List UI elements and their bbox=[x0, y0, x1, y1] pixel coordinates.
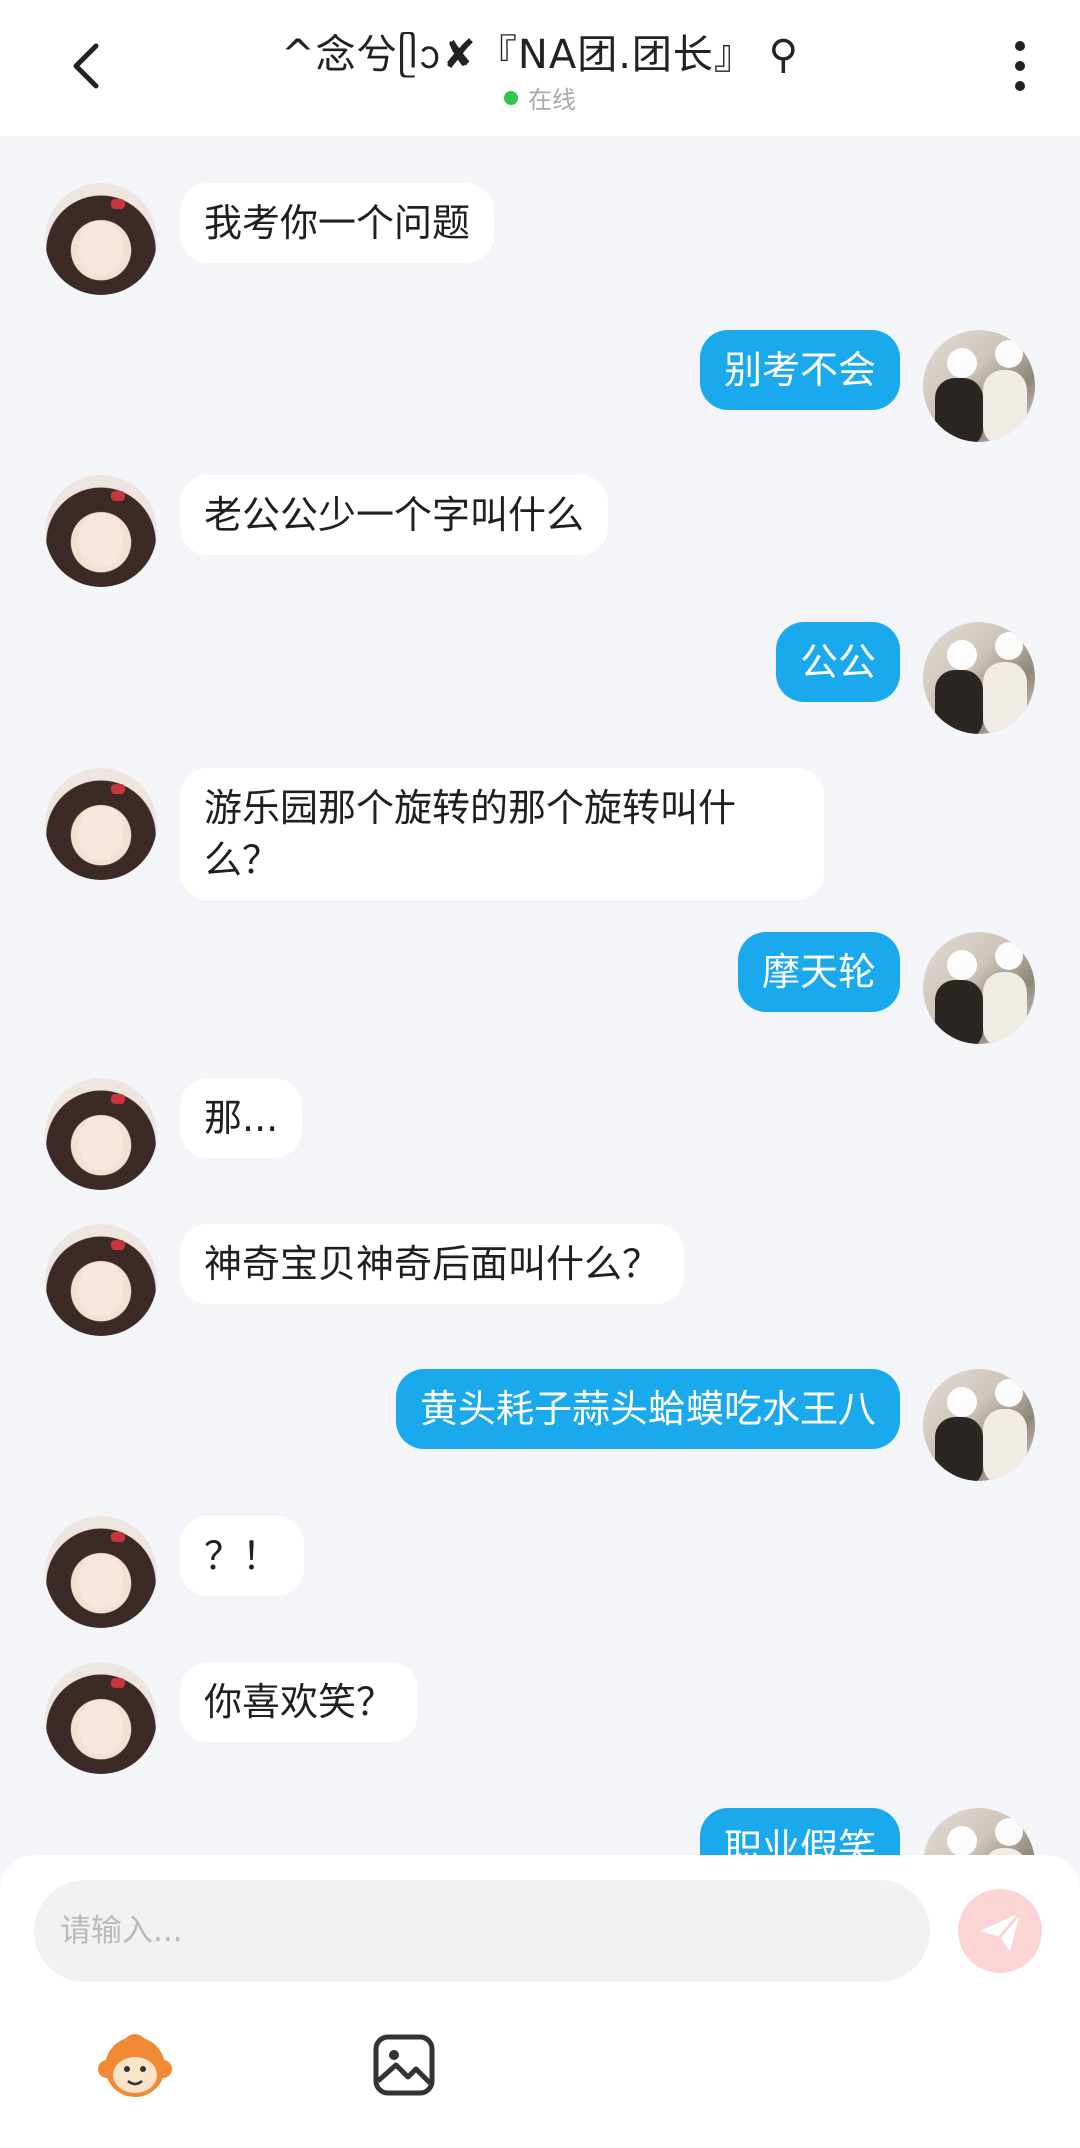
message-input[interactable]: 请输入... bbox=[34, 1880, 930, 1982]
message-bubble[interactable]: 我考你一个问题 bbox=[180, 183, 495, 263]
sticker-button[interactable] bbox=[95, 2025, 175, 2105]
message-bubble[interactable]: 神奇宝贝神奇后面叫什么？ bbox=[180, 1224, 685, 1304]
my-avatar[interactable] bbox=[923, 330, 1035, 442]
chat-header: ^念兮ᥫᩣ✘『NA团.团长』 ⚲ 在线 bbox=[0, 0, 1080, 136]
paper-plane-icon bbox=[980, 1912, 1022, 1951]
contact-avatar[interactable] bbox=[45, 1662, 157, 1774]
my-avatar[interactable] bbox=[923, 1808, 1035, 1860]
message-bubble[interactable]: 别考不会 bbox=[699, 330, 900, 410]
more-vertical-icon bbox=[1015, 41, 1025, 91]
contact-avatar[interactable] bbox=[45, 768, 157, 880]
send-button[interactable] bbox=[958, 1889, 1042, 1973]
message-bubble[interactable]: ？！ bbox=[180, 1516, 305, 1596]
image-icon bbox=[373, 2034, 435, 2096]
online-status: 在线 bbox=[0, 80, 1080, 115]
contact-avatar[interactable] bbox=[45, 475, 157, 587]
my-avatar[interactable] bbox=[923, 622, 1035, 734]
chat-list[interactable]: 我考你一个问题 别考不会 老公公少一个字叫什么 公公 游乐园那个旋转的那个旋转叫… bbox=[0, 0, 1080, 1860]
message-bubble[interactable]: 职业假笑 bbox=[699, 1808, 900, 1860]
online-dot-icon bbox=[504, 91, 518, 105]
contact-avatar[interactable] bbox=[45, 1078, 157, 1190]
contact-name: ^念兮ᥫᩣ✘『NA团.团长』 ⚲ bbox=[281, 32, 799, 78]
message-bubble[interactable]: 游乐园那个旋转的那个旋转叫什 么？ bbox=[180, 768, 824, 900]
online-status-text: 在线 bbox=[528, 86, 576, 114]
message-bubble[interactable]: 老公公少一个字叫什么 bbox=[180, 475, 609, 555]
contact-avatar[interactable] bbox=[45, 183, 157, 295]
monkey-sticker-icon bbox=[98, 2034, 172, 2097]
message-bubble[interactable]: 摩天轮 bbox=[737, 932, 900, 1012]
message-composer: 请输入... bbox=[0, 1855, 1080, 2148]
contact-avatar[interactable] bbox=[45, 1224, 157, 1336]
message-bubble[interactable]: 那... bbox=[180, 1078, 303, 1158]
my-avatar[interactable] bbox=[923, 932, 1035, 1044]
contact-avatar[interactable] bbox=[45, 1516, 157, 1628]
message-bubble[interactable]: 公公 bbox=[775, 622, 900, 702]
message-bubble[interactable]: 黄头耗子蒜头蛤蟆吃水王八 bbox=[395, 1369, 900, 1449]
image-button[interactable] bbox=[364, 2025, 444, 2105]
my-avatar[interactable] bbox=[923, 1369, 1035, 1481]
message-bubble[interactable]: 你喜欢笑？ bbox=[180, 1662, 419, 1742]
more-options-button[interactable] bbox=[990, 36, 1050, 96]
